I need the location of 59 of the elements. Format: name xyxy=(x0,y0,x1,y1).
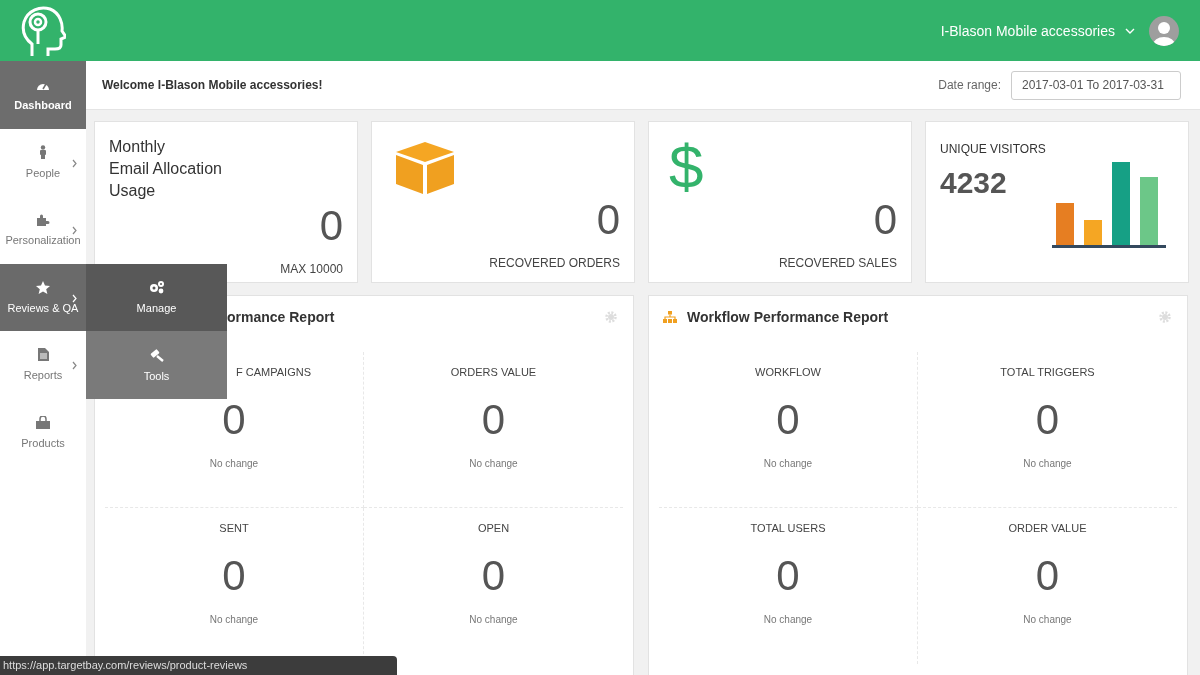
card-title: Monthly Email Allocation Usage xyxy=(109,137,223,201)
gavel-icon xyxy=(149,347,164,362)
stat-label: WORKFLOW xyxy=(755,366,821,378)
date-range-field[interactable]: 2017-03-01 To 2017-03-31 xyxy=(1011,70,1181,100)
user-avatar-icon[interactable] xyxy=(1149,15,1179,46)
bag-icon xyxy=(36,415,50,429)
sitemap-icon xyxy=(663,311,677,323)
stat-change: No change xyxy=(763,458,813,469)
nav-item[interactable]: Dashboard xyxy=(0,61,86,129)
stat-change: No change xyxy=(1023,614,1072,625)
stat-label: TOTAL TRIGGERS xyxy=(1000,366,1095,378)
settings-icon[interactable] xyxy=(605,311,617,323)
card-value: 0 xyxy=(319,202,343,250)
box-icon xyxy=(394,140,456,196)
stat-label: TOTAL USERS xyxy=(750,522,826,534)
document-icon xyxy=(37,348,49,362)
stat-value: 0 xyxy=(222,552,246,600)
panel-title: ormance Report xyxy=(227,309,335,325)
card-caption: RECOVERED ORDERS xyxy=(489,256,620,270)
card-value: 0 xyxy=(873,196,897,244)
stat-label: OPEN xyxy=(477,522,510,534)
nav-item[interactable]: Reviews & QA xyxy=(0,263,86,331)
stat-change: No change xyxy=(209,458,259,469)
stat-label: SENT xyxy=(219,522,249,534)
stat-label: ORDERS VALUE xyxy=(450,366,537,378)
stat-label: ORDER VALUE xyxy=(1008,522,1087,534)
card-title: UNIQUE VISITORS xyxy=(940,142,1047,156)
star-icon xyxy=(36,280,50,294)
puzzle-icon xyxy=(36,213,50,227)
chevron-down-icon xyxy=(1125,27,1135,34)
gears-icon xyxy=(148,280,165,295)
dollar-icon: $ xyxy=(669,136,704,198)
account-menu[interactable]: I-Blason Mobile accessories xyxy=(940,22,1135,39)
stat-change: No change xyxy=(469,458,518,469)
stat-change: No change xyxy=(763,614,813,625)
card-value: 0 xyxy=(596,196,620,244)
submenu-item[interactable]: Tools xyxy=(86,331,227,399)
card-value: 4232 xyxy=(940,166,1007,200)
stat-value: 0 xyxy=(1035,552,1060,600)
stat-value: 0 xyxy=(1035,396,1060,444)
stat-label: F CAMPAIGNS xyxy=(236,366,311,378)
head-logo-icon xyxy=(20,3,66,58)
card-caption: RECOVERED SALES xyxy=(778,256,897,270)
person-icon xyxy=(38,145,48,160)
stat-change: No change xyxy=(469,614,518,625)
status-url-bar: https://app.targetbay.com/reviews/product-reviews xyxy=(0,656,397,675)
stat-value: 0 xyxy=(776,396,800,444)
stat-value: 0 xyxy=(222,396,246,444)
stat-change: No change xyxy=(209,614,259,625)
submenu-item[interactable]: Manage xyxy=(86,263,227,331)
stat-change: No change xyxy=(1023,458,1072,469)
stat-value: 0 xyxy=(776,552,800,600)
welcome-text: Welcome I-Blason Mobile accessories! xyxy=(102,78,323,92)
card-caption: MAX 10000 xyxy=(280,262,343,276)
settings-icon[interactable] xyxy=(1159,311,1171,323)
date-range-label: Date range: xyxy=(938,78,1001,92)
stat-value: 0 xyxy=(481,396,506,444)
panel-title: Workflow Performance Report xyxy=(687,309,889,325)
stat-value: 0 xyxy=(481,552,506,600)
